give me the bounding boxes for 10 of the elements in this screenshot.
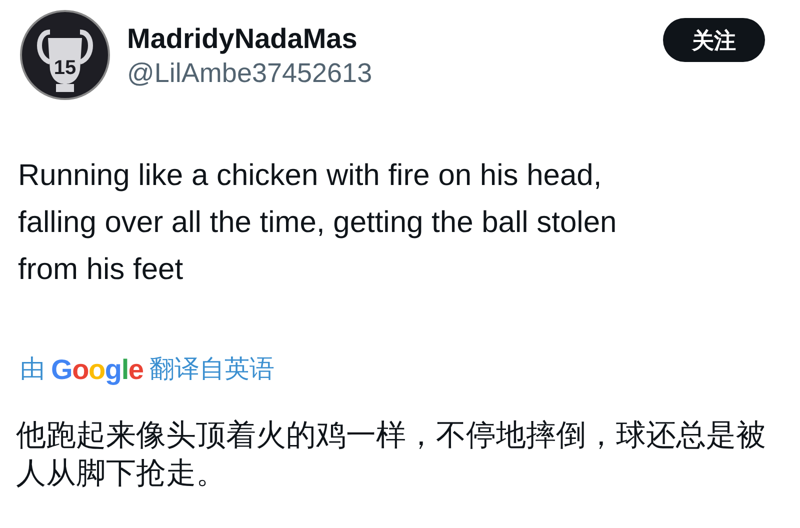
follow-button[interactable]: 关注 [663,18,765,62]
translated-text: 他跑起来像头顶着火的鸡一样，不停地摔倒，球还总是被人从脚下抢走。 [16,418,766,492]
author-name[interactable]: MadridyNadaMas [127,22,372,56]
translation-prefix: 由 [20,354,45,386]
google-logo[interactable]: Google [51,349,144,391]
tweet-text: Running like a chicken with fire on his head, falling over all the time, getting the ball stolen from his feet [18,158,618,288]
translation-label[interactable]: 翻译自英语 [149,351,274,389]
avatar-number: 15 [54,58,76,78]
avatar-icon[interactable] [20,10,110,100]
author-handle[interactable]: @LilAmbe37452613 [127,56,372,90]
